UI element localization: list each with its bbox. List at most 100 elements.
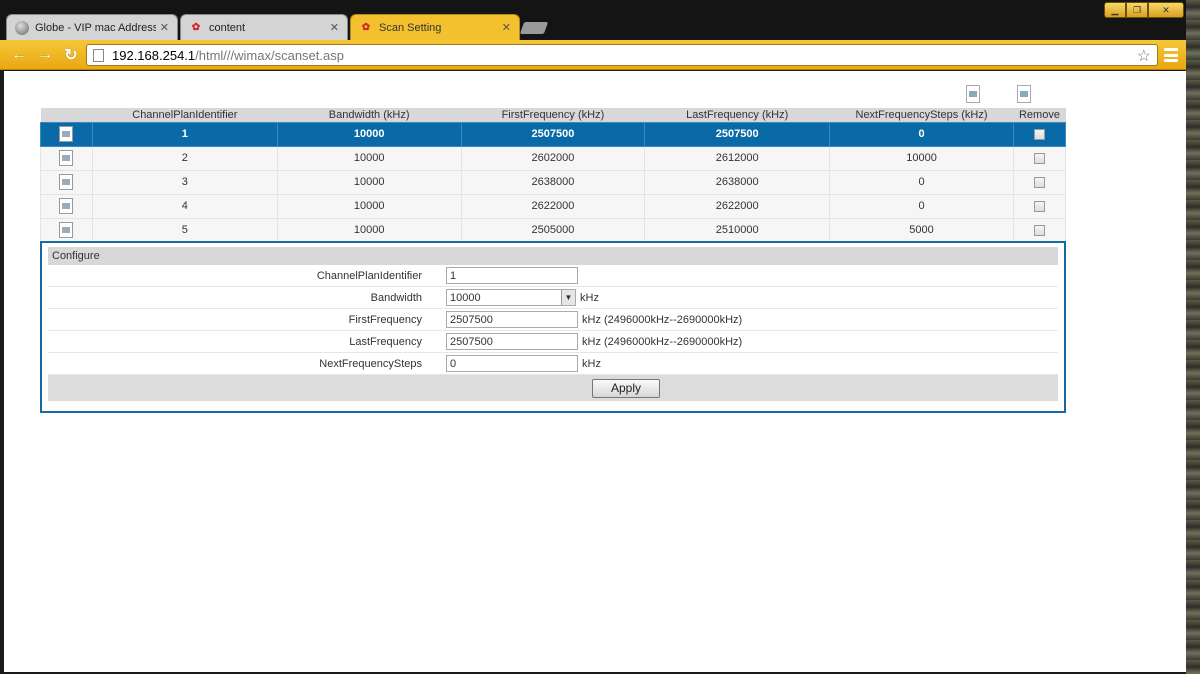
url-host: 192.168.254.1 <box>112 47 196 63</box>
cell-first-frequency: 2622000 <box>460 193 646 219</box>
tab-scan-setting[interactable]: ✿ Scan Setting ✕ <box>350 14 520 40</box>
menu-icon[interactable] <box>1164 48 1178 62</box>
bandwidth-selected-value: 10000 <box>450 291 481 304</box>
config-row-channel-plan: ChannelPlanIdentifier <box>48 265 1058 287</box>
cell-channel-plan: 1 <box>91 121 278 147</box>
remove-checkbox[interactable] <box>1033 200 1045 212</box>
edit-icon[interactable] <box>59 174 74 190</box>
channel-plan-input[interactable] <box>446 267 578 284</box>
globe-icon <box>15 20 29 35</box>
table-row[interactable]: 5 10000 2505000 2510000 5000 <box>40 217 1067 243</box>
table-row[interactable]: 4 10000 2622000 2622000 0 <box>40 193 1067 219</box>
table-header: ChannelPlanIdentifier Bandwidth (kHz) Fi… <box>40 108 1066 122</box>
bookmark-star-icon[interactable]: ☆ <box>1137 46 1151 66</box>
maximize-icon[interactable]: ❐ <box>1126 2 1148 18</box>
config-row-first-frequency: FirstFrequency kHz (2496000kHz--2690000k… <box>48 309 1058 331</box>
page-icon <box>93 48 104 62</box>
edit-icon[interactable] <box>59 126 74 142</box>
add-icon[interactable] <box>966 85 980 103</box>
close-icon[interactable]: ✕ <box>502 21 511 34</box>
cell-last-frequency: 2510000 <box>644 217 831 243</box>
cell-last-frequency: 2507500 <box>644 121 831 147</box>
cell-bandwidth: 10000 <box>276 169 462 195</box>
cell-next-steps: 0 <box>829 121 1014 147</box>
table-row[interactable]: 3 10000 2638000 2638000 0 <box>40 169 1067 195</box>
cell-channel-plan: 2 <box>91 145 278 171</box>
col-header-first-frequency: FirstFrequency (kHz) <box>461 108 645 122</box>
col-header-last-frequency: LastFrequency (kHz) <box>644 108 830 122</box>
tab-label: content <box>209 21 246 34</box>
bandwidth-unit: kHz <box>580 291 599 304</box>
channel-plan-label: ChannelPlanIdentifier <box>316 269 422 282</box>
tab-label: Scan Setting <box>379 21 442 34</box>
window-controls: ▁ ❐ ✕ <box>1104 2 1184 18</box>
cell-next-steps: 10000 <box>829 145 1014 171</box>
address-bar[interactable]: 192.168.254.1/html///wimax/scanset.asp ☆ <box>86 44 1158 66</box>
huawei-icon: ✿ <box>361 22 371 33</box>
cell-bandwidth: 10000 <box>276 217 462 243</box>
reload-icon[interactable]: ↻ <box>62 46 80 64</box>
config-row-next-steps: NextFrequencySteps kHz <box>48 353 1058 375</box>
table-row[interactable]: 2 10000 2602000 2612000 10000 <box>40 145 1067 171</box>
chevron-down-icon[interactable]: ▼ <box>561 290 575 305</box>
huawei-icon: ✿ <box>191 22 201 33</box>
bandwidth-select[interactable]: 10000 ▼ <box>446 289 576 306</box>
close-icon[interactable]: ✕ <box>160 21 169 34</box>
col-header-bandwidth: Bandwidth (kHz) <box>277 108 462 122</box>
forward-icon[interactable]: → <box>36 46 54 64</box>
edit-icon[interactable] <box>59 150 74 166</box>
browser-window: Globe - VIP mac Address f ✕ ✿ content ✕ … <box>0 0 1186 674</box>
tab-globe-vip[interactable]: Globe - VIP mac Address f ✕ <box>6 14 178 40</box>
first-frequency-input[interactable] <box>446 311 578 328</box>
next-steps-label: NextFrequencySteps <box>319 357 422 370</box>
close-icon[interactable]: ✕ <box>330 21 339 34</box>
desktop-background <box>1186 0 1200 674</box>
apply-bar: Apply <box>48 375 1058 401</box>
cell-last-frequency: 2622000 <box>644 193 831 219</box>
edit-icon[interactable] <box>59 198 74 214</box>
tab-strip: Globe - VIP mac Address f ✕ ✿ content ✕ … <box>0 0 1186 40</box>
col-header-remove: Remove <box>1013 108 1066 122</box>
cell-next-steps: 0 <box>829 193 1014 219</box>
col-header-channel-plan: ChannelPlanIdentifier <box>92 108 278 122</box>
cell-channel-plan: 3 <box>91 169 278 195</box>
configure-title: Configure <box>48 247 1058 265</box>
remove-checkbox[interactable] <box>1033 176 1045 188</box>
cell-first-frequency: 2507500 <box>460 121 646 147</box>
next-steps-input[interactable] <box>446 355 578 372</box>
configure-panel: Configure ChannelPlanIdentifier Bandwidt… <box>40 241 1066 413</box>
scan-table: ChannelPlanIdentifier Bandwidth (kHz) Fi… <box>40 108 1067 243</box>
back-icon[interactable]: ← <box>10 46 28 64</box>
first-frequency-label: FirstFrequency <box>348 313 422 326</box>
cell-first-frequency: 2602000 <box>460 145 646 171</box>
apply-button[interactable]: Apply <box>592 378 660 398</box>
cell-channel-plan: 4 <box>91 193 278 219</box>
table-row[interactable]: 1 10000 2507500 2507500 0 <box>40 121 1067 147</box>
tab-label: Globe - VIP mac Address f <box>35 21 156 34</box>
next-steps-unit: kHz <box>582 357 601 370</box>
minimize-icon[interactable]: ▁ <box>1104 2 1126 18</box>
tab-content[interactable]: ✿ content ✕ <box>180 14 348 40</box>
cell-last-frequency: 2612000 <box>644 145 831 171</box>
close-window-icon[interactable]: ✕ <box>1148 2 1184 18</box>
remove-checkbox[interactable] <box>1033 128 1045 140</box>
config-row-bandwidth: Bandwidth 10000 ▼ kHz <box>48 287 1058 309</box>
first-frequency-unit: kHz (2496000kHz--2690000kHz) <box>582 313 743 326</box>
cell-bandwidth: 10000 <box>276 193 462 219</box>
last-frequency-label: LastFrequency <box>349 335 422 348</box>
cell-last-frequency: 2638000 <box>644 169 831 195</box>
config-row-last-frequency: LastFrequency kHz (2496000kHz--2690000kH… <box>48 331 1058 353</box>
bandwidth-label: Bandwidth <box>370 291 422 304</box>
cell-first-frequency: 2638000 <box>460 169 646 195</box>
new-tab-button[interactable] <box>519 22 549 34</box>
browser-toolbar: ← → ↻ 192.168.254.1/html///wimax/scanset… <box>0 40 1186 70</box>
cell-bandwidth: 10000 <box>276 121 462 147</box>
edit-icon[interactable] <box>59 222 74 238</box>
last-frequency-unit: kHz (2496000kHz--2690000kHz) <box>582 335 743 348</box>
remove-checkbox[interactable] <box>1033 224 1045 236</box>
last-frequency-input[interactable] <box>446 333 578 350</box>
cell-first-frequency: 2505000 <box>460 217 646 243</box>
remove-checkbox[interactable] <box>1033 152 1045 164</box>
delete-icon[interactable] <box>1017 85 1031 103</box>
cell-next-steps: 0 <box>829 169 1014 195</box>
